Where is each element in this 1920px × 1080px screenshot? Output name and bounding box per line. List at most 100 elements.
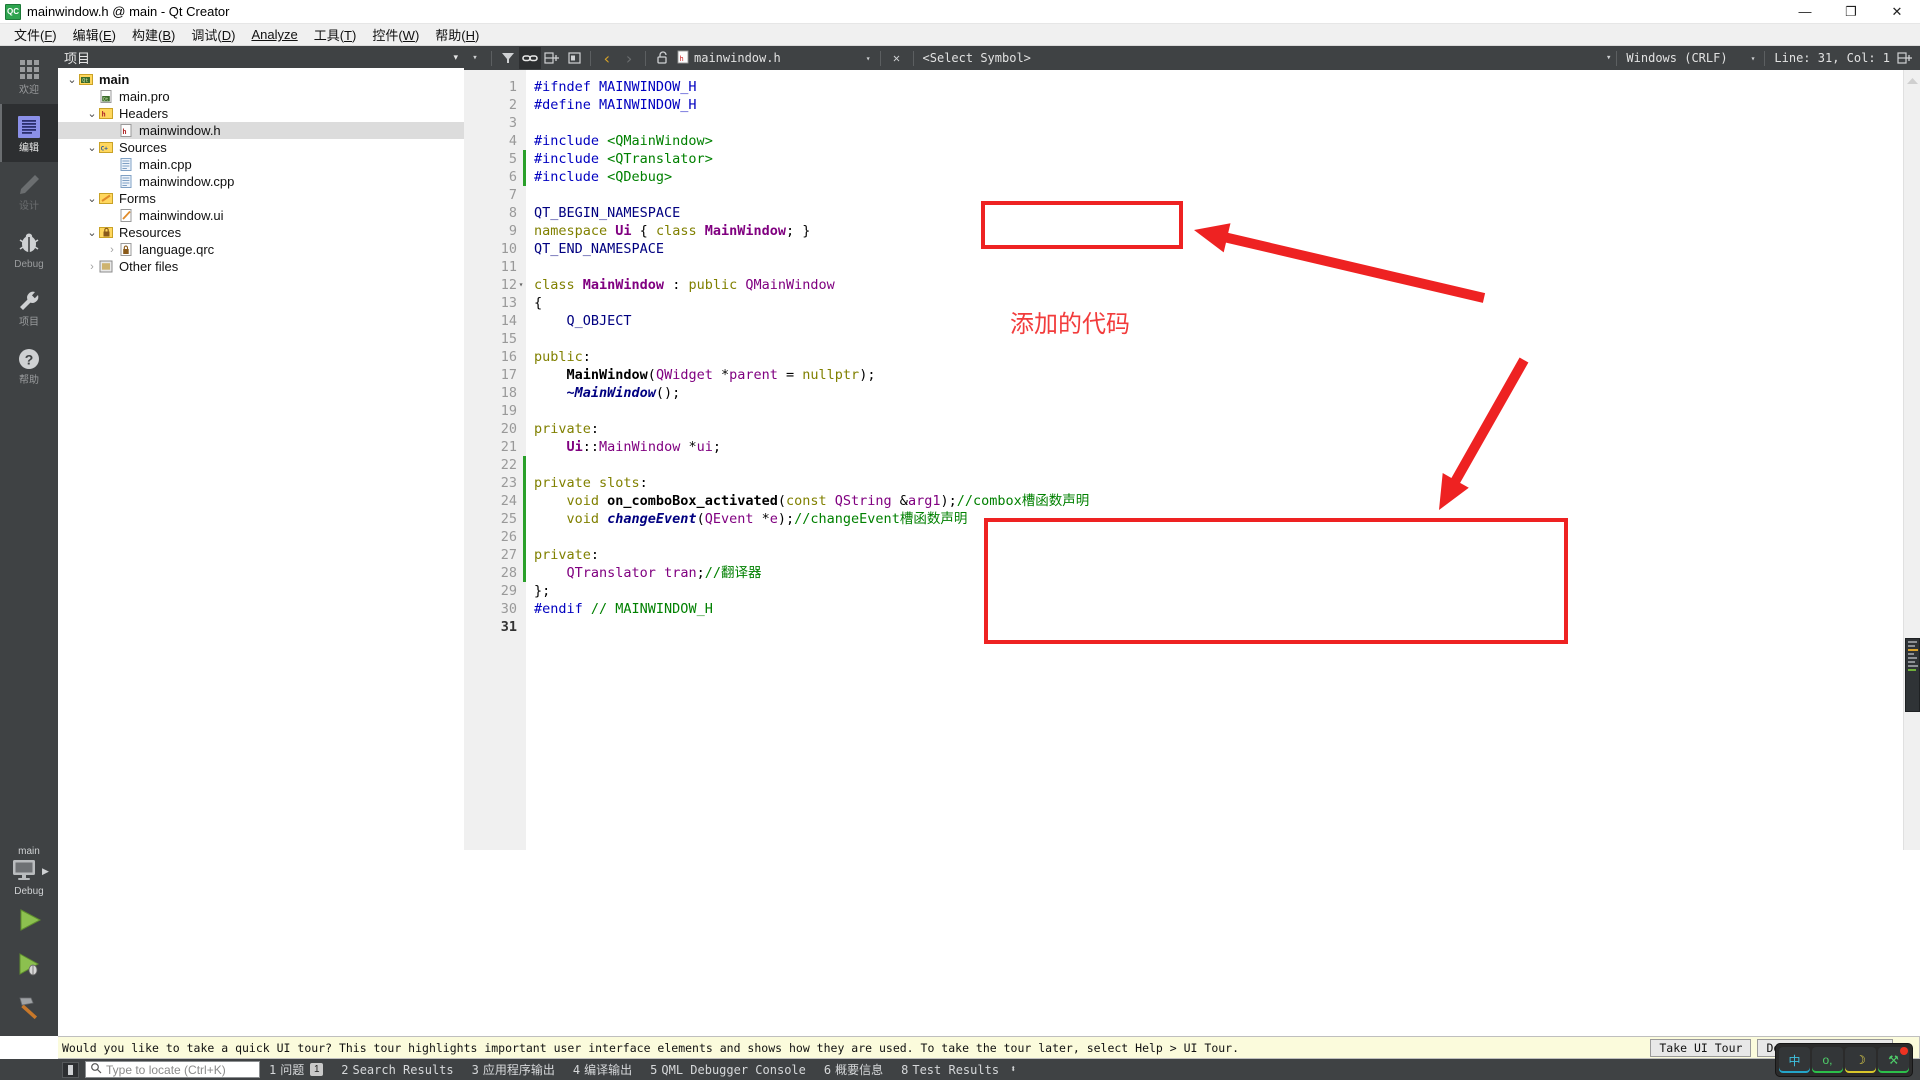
line-number: 10 bbox=[500, 241, 517, 257]
tree-item-sources[interactable]: ⌄ C+ Sources bbox=[58, 139, 464, 156]
output-pane-应用程序输出[interactable]: 3 应用程序输出 bbox=[463, 1061, 564, 1078]
ime-punctuation-toggle[interactable]: o, bbox=[1812, 1047, 1843, 1073]
menu-tools[interactable]: 工具(T) bbox=[306, 23, 365, 46]
debug-button[interactable] bbox=[0, 942, 58, 986]
tree-item-mainwindow-h[interactable]: h mainwindow.h bbox=[58, 122, 464, 139]
filter-icon[interactable] bbox=[497, 47, 519, 69]
tree-item-main[interactable]: ⌄ Qt main bbox=[58, 71, 464, 88]
split-horizontal-icon[interactable] bbox=[541, 47, 563, 69]
mode-编辑[interactable]: 编辑 bbox=[0, 104, 58, 162]
svg-text:?: ? bbox=[25, 351, 34, 367]
mode-项目[interactable]: 项目 bbox=[0, 278, 58, 336]
code-editor[interactable]: 1 2 3 4 5 6 7 8 9 10 11 12 ▾ 13 14 15 16 17 18 19 20 21 22 23 24… bbox=[464, 70, 1920, 850]
output-pane-问题[interactable]: 1 问题 1 bbox=[260, 1061, 332, 1078]
close-split-icon[interactable] bbox=[563, 47, 585, 69]
mode-欢迎[interactable]: 欢迎 bbox=[0, 46, 58, 104]
menu-window[interactable]: 控件(W) bbox=[364, 23, 427, 46]
menu-file[interactable]: 文件(F) bbox=[6, 23, 65, 46]
open-documents-combo[interactable]: h mainwindow.h ▾ bbox=[673, 50, 875, 67]
mode-帮助[interactable]: ? 帮助 bbox=[0, 336, 58, 394]
menu-analyze[interactable]: Analyze bbox=[243, 25, 305, 44]
output-pane-toggle-icon[interactable] bbox=[62, 1061, 79, 1078]
chevron-down-icon[interactable]: ▾ bbox=[453, 52, 458, 63]
menu-build[interactable]: 构建(B) bbox=[124, 23, 183, 46]
tree-item-mainwindow-cpp[interactable]: mainwindow.cpp bbox=[58, 173, 464, 190]
code-line: #include <QDebug> bbox=[534, 169, 673, 185]
output-pane-search-results[interactable]: 2 Search Results bbox=[332, 1063, 462, 1077]
line-number: 21 bbox=[500, 439, 517, 455]
pencil-icon bbox=[16, 171, 42, 199]
mode-selector-bar: 欢迎 编辑 设计 Debug 项目? 帮助 main ▶ Debug bbox=[0, 46, 58, 1036]
output-pane-resize-handle[interactable]: ⬍ bbox=[1010, 1064, 1016, 1075]
symbol-selector-label: <Select Symbol> bbox=[922, 51, 1031, 65]
tree-item-headers[interactable]: ⌄ h Headers bbox=[58, 105, 464, 122]
scrollbar-thumb[interactable] bbox=[1905, 638, 1920, 712]
chevron-down-icon[interactable]: ▾ bbox=[1751, 54, 1756, 63]
window-title: mainwindow.h @ main - Qt Creator bbox=[27, 4, 230, 19]
ime-toolbox-icon[interactable]: ⚒ bbox=[1878, 1047, 1909, 1073]
output-pane-概要信息[interactable]: 6 概要信息 bbox=[815, 1061, 892, 1078]
mode-设计[interactable]: 设计 bbox=[0, 162, 58, 220]
run-button[interactable] bbox=[0, 898, 58, 942]
chevron-down-icon[interactable]: ⌄ bbox=[85, 141, 99, 154]
output-pane-label: 问题 bbox=[280, 1063, 305, 1077]
output-pane-number: 6 bbox=[823, 1062, 832, 1077]
output-pane-test-results[interactable]: 8 Test Results bbox=[892, 1063, 1008, 1077]
tree-item-other-files[interactable]: › Other files bbox=[58, 258, 464, 275]
code-line: }; bbox=[534, 583, 551, 599]
maximize-button[interactable]: ❐ bbox=[1828, 0, 1874, 24]
chevron-down-icon[interactable]: ▾ bbox=[866, 54, 871, 63]
editor-vertical-scrollbar[interactable] bbox=[1903, 70, 1920, 850]
menu-help[interactable]: 帮助(H) bbox=[427, 23, 487, 46]
kit-selector[interactable]: main ▶ Debug bbox=[0, 845, 58, 898]
kit-expand-caret[interactable]: ▶ bbox=[42, 866, 49, 877]
take-ui-tour-button[interactable]: Take UI Tour bbox=[1650, 1038, 1752, 1057]
symbol-selector-combo[interactable]: <Select Symbol> bbox=[919, 51, 1035, 65]
ime-moon-icon[interactable]: ☽ bbox=[1845, 1047, 1876, 1073]
tree-item-forms[interactable]: ⌄ Forms bbox=[58, 190, 464, 207]
close-document-button[interactable]: ✕ bbox=[886, 47, 908, 69]
ime-chinese-english-toggle[interactable]: 中 bbox=[1779, 1047, 1810, 1073]
encoding-caret-icon[interactable]: ▾ bbox=[1606, 53, 1611, 63]
tree-item-main-cpp[interactable]: main.cpp bbox=[58, 156, 464, 173]
line-number: 2 bbox=[508, 97, 517, 113]
split-caret-button[interactable]: ▾ bbox=[464, 47, 486, 69]
mode-debug[interactable]: Debug bbox=[0, 220, 58, 278]
chevron-down-icon[interactable]: ⌄ bbox=[85, 192, 99, 205]
code-line: namespace Ui { class MainWindow; } bbox=[534, 223, 811, 239]
close-button[interactable]: ✕ bbox=[1874, 0, 1920, 24]
locator-input[interactable]: Type to locate (Ctrl+K) bbox=[85, 1061, 260, 1078]
line-number: 6 bbox=[508, 169, 517, 185]
code-text[interactable]: #ifndef MAINWINDOW_H #define MAINWINDOW_H… bbox=[526, 70, 1920, 850]
line-number: 9 bbox=[508, 223, 517, 239]
chevron-down-icon[interactable]: ⌄ bbox=[85, 107, 99, 120]
unlocked-icon[interactable] bbox=[651, 47, 673, 69]
output-pane-label: 编译输出 bbox=[584, 1063, 633, 1077]
menu-edit[interactable]: 编辑(E) bbox=[65, 23, 124, 46]
output-pane-label: 概要信息 bbox=[835, 1063, 884, 1077]
link-editors-icon[interactable] bbox=[519, 47, 541, 69]
output-pane-编译输出[interactable]: 4 编译输出 bbox=[564, 1061, 641, 1078]
output-pane-number: 1 bbox=[269, 1062, 277, 1077]
build-button[interactable] bbox=[0, 986, 58, 1030]
tree-item-resources[interactable]: ⌄ Resources bbox=[58, 224, 464, 241]
chevron-down-icon[interactable]: ⌄ bbox=[85, 226, 99, 239]
line-ending-combo[interactable]: Windows (CRLF) ▾ bbox=[1622, 51, 1759, 65]
tree-item-mainwindow-ui[interactable]: mainwindow.ui bbox=[58, 207, 464, 224]
tree-item-main-pro[interactable]: Qt main.pro bbox=[58, 88, 464, 105]
chevron-right-icon[interactable]: › bbox=[105, 244, 119, 256]
chevron-down-icon[interactable]: ⌄ bbox=[65, 73, 79, 86]
ime-toolbar[interactable]: 中 o, ☽ ⚒ bbox=[1775, 1043, 1913, 1077]
output-pane-qml-debugger-console[interactable]: 5 QML Debugger Console bbox=[641, 1063, 815, 1077]
chevron-right-icon[interactable]: › bbox=[85, 261, 99, 273]
go-back-button[interactable]: ‹ bbox=[596, 47, 618, 69]
cpp-file-icon bbox=[119, 175, 134, 188]
split-icon[interactable] bbox=[1894, 47, 1916, 69]
menu-debug[interactable]: 调试(D) bbox=[183, 23, 243, 46]
minimize-button[interactable]: — bbox=[1782, 0, 1828, 24]
tree-item-language-qrc[interactable]: › language.qrc bbox=[58, 241, 464, 258]
